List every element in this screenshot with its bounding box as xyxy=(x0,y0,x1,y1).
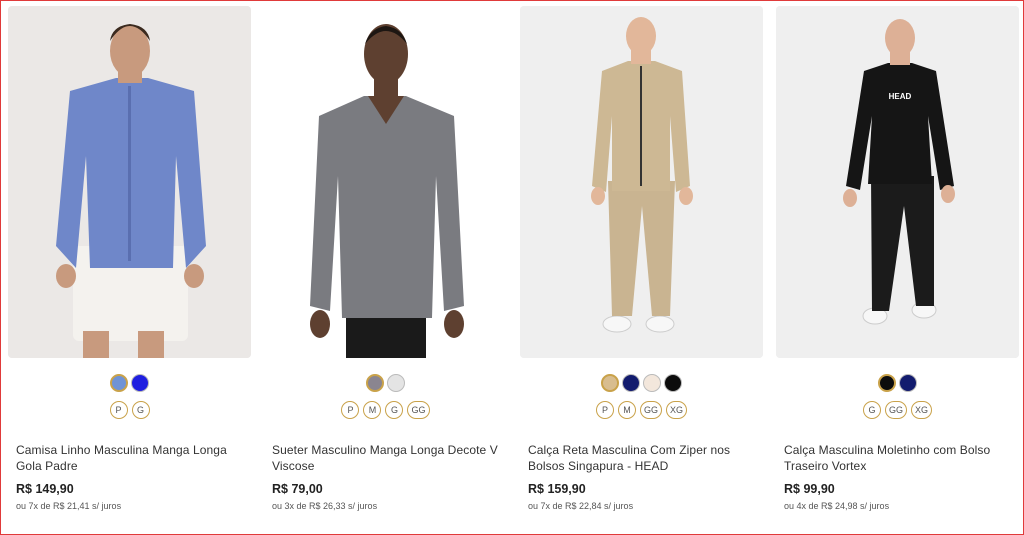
installments-text: ou 4x de R$ 24,98 s/ juros xyxy=(784,501,890,511)
product-grid-page: P G Camisa Linho Masculina Manga Longa G… xyxy=(0,0,1024,535)
product-card[interactable]: P M G GG Sueter Masculino Manga Longa De… xyxy=(264,6,507,511)
product-image[interactable]: HEAD xyxy=(776,6,1019,358)
product-photo-beige-tracksuit xyxy=(520,6,763,358)
product-name[interactable]: Calça Reta Masculina Com Ziper nos Bolso… xyxy=(520,442,763,474)
color-swatch-light-blue[interactable] xyxy=(110,373,128,392)
size-option-p[interactable]: P xyxy=(109,401,128,419)
size-option-xg[interactable]: XG xyxy=(666,401,688,419)
size-option-gg[interactable]: GG xyxy=(884,401,907,419)
color-swatch-black[interactable] xyxy=(664,373,682,392)
color-swatch-navy[interactable] xyxy=(622,373,640,392)
color-swatch-off-white[interactable] xyxy=(643,373,661,392)
color-swatch-blue[interactable] xyxy=(131,373,149,392)
color-swatch-light-grey[interactable] xyxy=(387,373,405,392)
size-option-m[interactable]: M xyxy=(363,401,382,419)
color-options xyxy=(776,373,1019,392)
product-image[interactable] xyxy=(520,6,763,358)
product-name[interactable]: Calça Masculina Moletinho com Bolso Tras… xyxy=(776,442,1019,474)
size-option-p[interactable]: P xyxy=(595,401,614,419)
size-option-p[interactable]: P xyxy=(341,401,360,419)
installments-text: ou 7x de R$ 21,41 s/ juros xyxy=(16,501,122,511)
color-swatch-beige[interactable] xyxy=(601,373,619,392)
color-options xyxy=(8,373,251,392)
head-logo-print: HEAD xyxy=(889,92,912,101)
product-price: R$ 79,00 xyxy=(272,482,323,496)
product-photo-sweater-grey xyxy=(264,6,507,358)
installments-text: ou 7x de R$ 22,84 s/ juros xyxy=(528,501,634,511)
color-options xyxy=(520,373,763,392)
size-option-gg[interactable]: GG xyxy=(407,401,430,419)
product-name[interactable]: Sueter Masculino Manga Longa Decote V Vi… xyxy=(264,442,507,474)
product-card[interactable]: HEAD G GG XG Calça Masculina Moletinho c… xyxy=(776,6,1019,511)
product-card[interactable]: P G Camisa Linho Masculina Manga Longa G… xyxy=(8,6,251,511)
product-photo-shirt-blue xyxy=(8,6,251,358)
installments-text: ou 3x de R$ 26,33 s/ juros xyxy=(272,501,378,511)
size-option-g[interactable]: G xyxy=(862,401,881,419)
product-card[interactable]: P M GG XG Calça Reta Masculina Com Ziper… xyxy=(520,6,763,511)
size-option-m[interactable]: M xyxy=(617,401,636,419)
size-options: P M GG XG xyxy=(520,401,763,419)
product-name[interactable]: Camisa Linho Masculina Manga Longa Gola … xyxy=(8,442,251,474)
size-options: G GG XG xyxy=(776,401,1019,419)
size-options: P M G GG xyxy=(264,401,507,419)
size-option-g[interactable]: G xyxy=(385,401,404,419)
color-swatch-grey[interactable] xyxy=(366,373,384,392)
color-swatch-navy[interactable] xyxy=(899,373,917,392)
product-photo-black-sweatpants: HEAD xyxy=(776,6,1019,358)
size-option-xg[interactable]: XG xyxy=(911,401,933,419)
product-price: R$ 159,90 xyxy=(528,482,586,496)
product-price: R$ 99,90 xyxy=(784,482,835,496)
product-image[interactable] xyxy=(264,6,507,358)
size-options: P G xyxy=(8,401,251,419)
product-grid: P G Camisa Linho Masculina Manga Longa G… xyxy=(8,6,1019,511)
product-price: R$ 149,90 xyxy=(16,482,74,496)
color-options xyxy=(264,373,507,392)
size-option-g[interactable]: G xyxy=(131,401,150,419)
product-image[interactable] xyxy=(8,6,251,358)
size-option-gg[interactable]: GG xyxy=(639,401,662,419)
color-swatch-black[interactable] xyxy=(878,373,896,392)
